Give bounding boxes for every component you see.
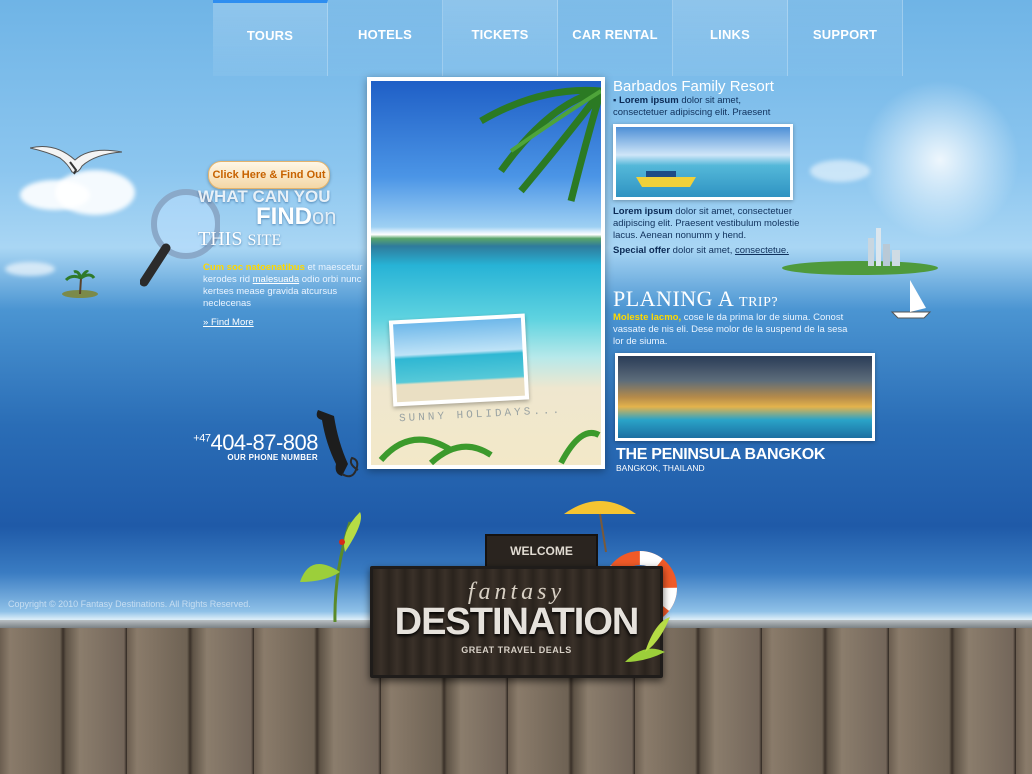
find-highlight: Cum soc natoenatibus	[203, 262, 305, 273]
malesuada-link[interactable]: malesuada	[253, 274, 299, 285]
find-more-label: Find More	[210, 317, 254, 328]
palm-island-icon	[62, 270, 98, 298]
hotel-photo[interactable]	[615, 353, 875, 441]
find-word: FIND	[256, 203, 312, 230]
phone-prefix: +47	[193, 432, 211, 445]
hotel-location: BANGKOK, THAILAND	[616, 463, 705, 473]
beach-photo: SUNNY HOLIDAYS...	[371, 81, 601, 465]
resort-title: Barbados Family Resort	[613, 78, 774, 95]
find-heading: WHAT CAN YOU FINDon THIS SITE	[198, 188, 368, 249]
page: TOURS HOTELS TICKETS CAR RENTAL LINKS SU…	[0, 0, 1032, 774]
find-line2b: SITE	[247, 232, 282, 249]
find-description: Cum soc natoenatibus et maescetur kerode…	[203, 262, 363, 310]
resort-photo	[613, 124, 793, 200]
planning-title: PLANING A TRIP?	[613, 286, 778, 312]
plant-left-icon	[300, 512, 361, 622]
find-line2a: THIS	[198, 228, 243, 250]
special-offer: Special offer dolor sit amet, consectetu…	[613, 245, 789, 256]
nav-tickets[interactable]: TICKETS	[443, 0, 558, 76]
nav-car-rental[interactable]: CAR RENTAL	[558, 0, 673, 76]
cloud	[810, 160, 870, 182]
special-offer-text: dolor sit amet,	[672, 245, 733, 256]
nav-tours[interactable]: TOURS	[213, 0, 328, 76]
planning-title-main: PLANING A	[613, 286, 734, 311]
resort-intro-bold: Lorem ipsum	[619, 95, 679, 106]
nav-support[interactable]: SUPPORT	[788, 0, 903, 76]
top-nav: TOURS HOTELS TICKETS CAR RENTAL LINKS SU…	[213, 0, 903, 76]
welcome-sign: WELCOME	[485, 534, 598, 568]
nav-links[interactable]: LINKS	[673, 0, 788, 76]
resort-desc-bold: Lorem ipsum	[613, 206, 673, 217]
copyright: Copyright © 2010 Fantasy Destinations. A…	[8, 599, 251, 609]
boat-icon	[636, 171, 696, 187]
beach-photo-card: SUNNY HOLIDAYS...	[367, 77, 605, 469]
resort-description: Lorem ipsum dolor sit amet, consectetuer…	[613, 206, 803, 242]
seagull-icon	[30, 146, 122, 175]
cloud	[5, 262, 55, 276]
sun-glow	[860, 80, 1020, 240]
special-offer-label: Special offer	[613, 245, 671, 256]
phone-block: +47404-87-808 OUR PHONE NUMBER	[178, 430, 318, 462]
fern-icon	[378, 430, 601, 465]
telephone-icon	[316, 410, 359, 478]
nav-hotels[interactable]: HOTELS	[328, 0, 443, 76]
phone-number: 404-87-808	[210, 430, 318, 455]
find-on: on	[312, 204, 337, 229]
resort-intro: ▪ Lorem ipsum dolor sit amet, consectetu…	[613, 95, 771, 118]
planning-title-small: TRIP?	[739, 295, 779, 310]
plant-right-icon	[625, 617, 670, 662]
click-here-button[interactable]: Click Here & Find Out	[208, 161, 330, 189]
planning-highlight: Moleste lacmo,	[613, 312, 682, 323]
hotel-name[interactable]: THE PENINSULA BANGKOK	[616, 446, 825, 464]
couple-inset-photo	[388, 313, 530, 407]
palm-leaves-icon	[479, 86, 601, 202]
city-island-icon	[782, 228, 938, 319]
find-more-link[interactable]: » Find More	[203, 317, 254, 328]
